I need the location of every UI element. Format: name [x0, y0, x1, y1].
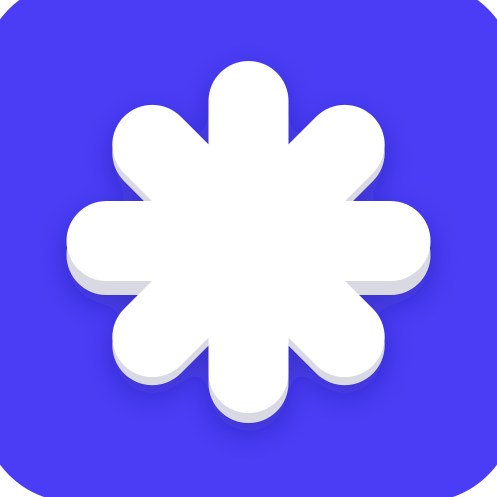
app-icon-tile[interactable] [0, 0, 497, 497]
asterisk-icon [0, 0, 497, 497]
